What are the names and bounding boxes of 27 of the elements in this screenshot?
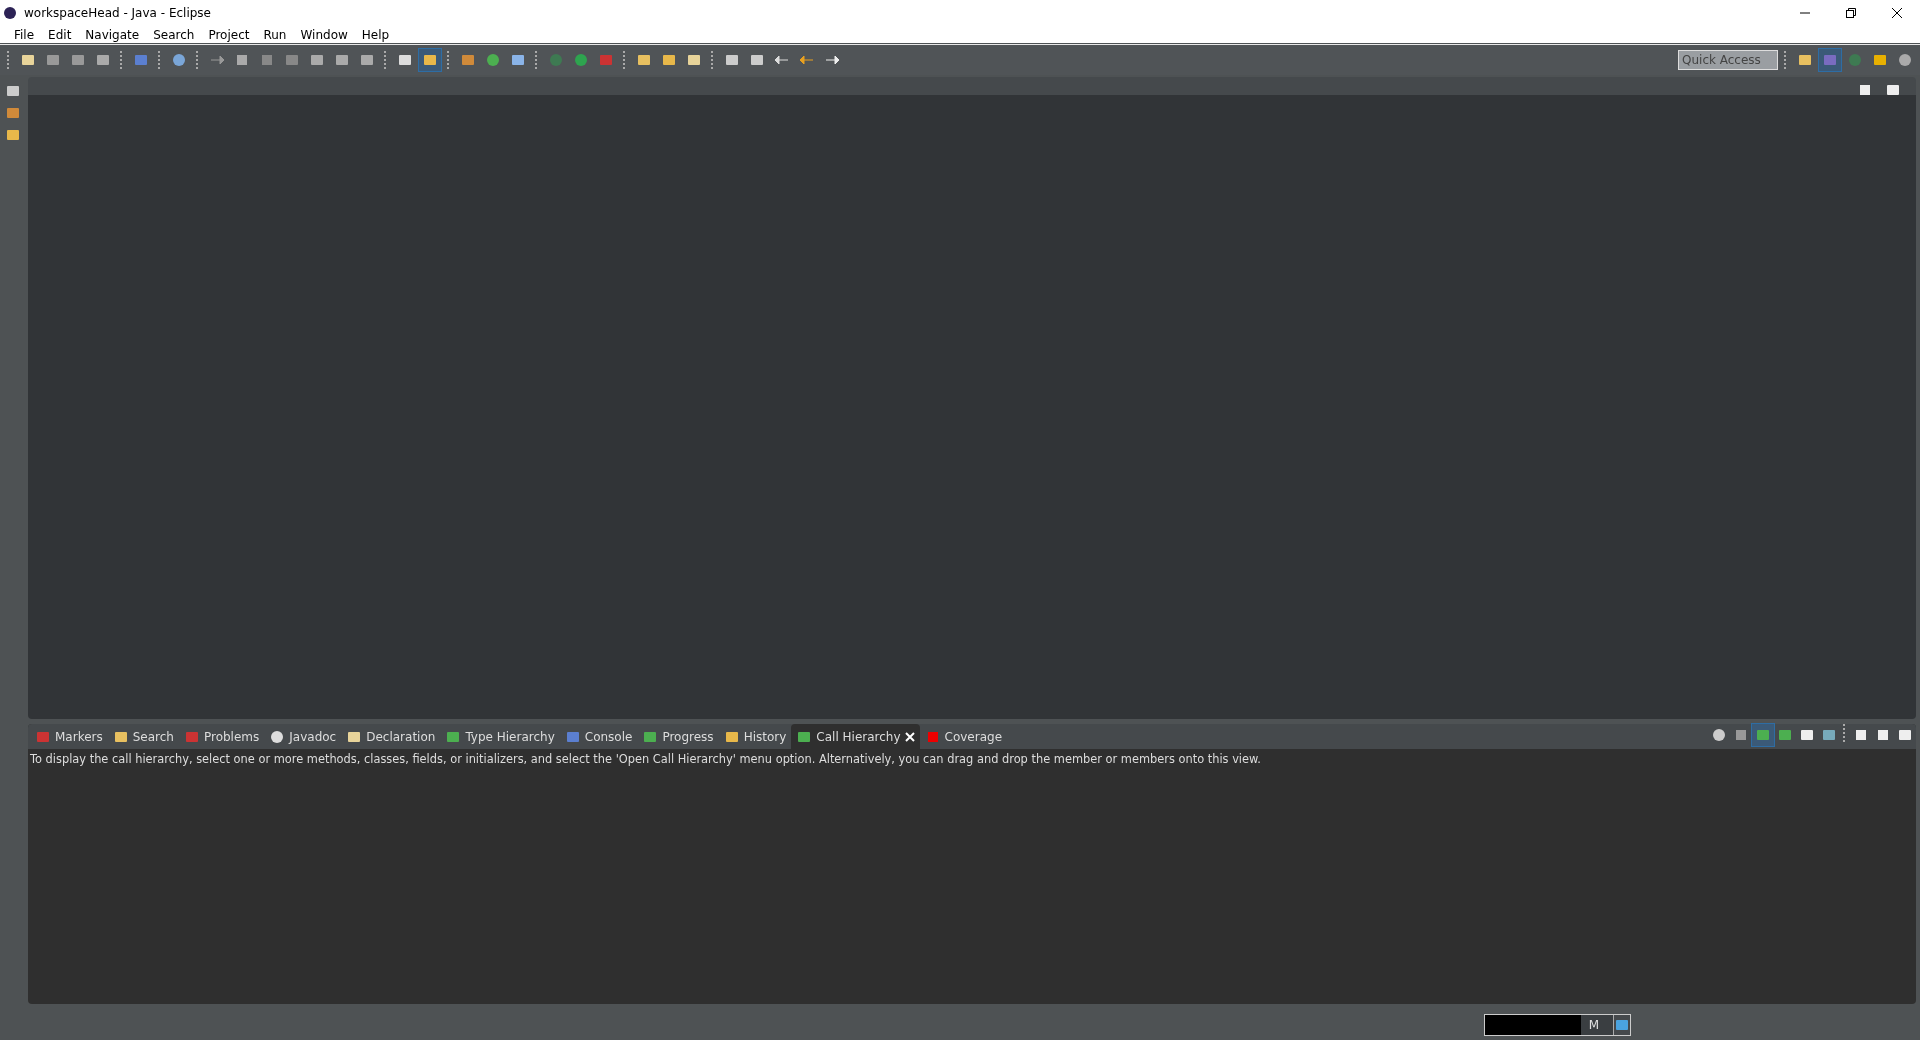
view-tab[interactable]: Markers: [30, 724, 108, 749]
view-tab[interactable]: History: [718, 724, 792, 749]
menu-item[interactable]: Run: [257, 26, 293, 43]
heap-text: M: [1588, 1018, 1599, 1032]
step-filter-button[interactable]: [419, 49, 441, 71]
view-tab[interactable]: Type Hierarchy: [440, 724, 560, 749]
menu-item[interactable]: Help: [355, 26, 396, 43]
callers-button[interactable]: [1752, 724, 1774, 746]
view-tab[interactable]: Problems: [178, 724, 265, 749]
view-tab[interactable]: Declaration: [341, 724, 441, 749]
menu-item[interactable]: Search: [147, 26, 201, 43]
window-title: workspaceHead - Java - Eclipse: [24, 6, 212, 20]
close-icon: [1892, 8, 1902, 18]
view-tab[interactable]: Call Hierarchy: [791, 724, 920, 749]
view-tab[interactable]: Javadoc: [264, 724, 342, 749]
view-tab[interactable]: Console: [559, 724, 638, 749]
menu-item[interactable]: Edit: [42, 26, 78, 43]
menu-item[interactable]: File: [8, 26, 41, 43]
empty-view-message: To display the call hierarchy, select one or more methods, classes, fields, or initializers, and select the 'Open Call Hierarchy' menu option. Alternatively, you can drag and drop the member or members onto this view.: [30, 752, 1262, 766]
view-tab[interactable]: Search: [107, 724, 179, 749]
view-tab[interactable]: Progress: [637, 724, 719, 749]
menu-item[interactable]: Navigate: [79, 26, 146, 43]
menu-item[interactable]: Window: [294, 26, 354, 43]
quick-access-field[interactable]: Quick Access: [1678, 50, 1778, 70]
view-tab[interactable]: Coverage: [919, 724, 1008, 749]
menu-item[interactable]: Project: [202, 26, 256, 43]
close-icon[interactable]: [904, 731, 915, 742]
